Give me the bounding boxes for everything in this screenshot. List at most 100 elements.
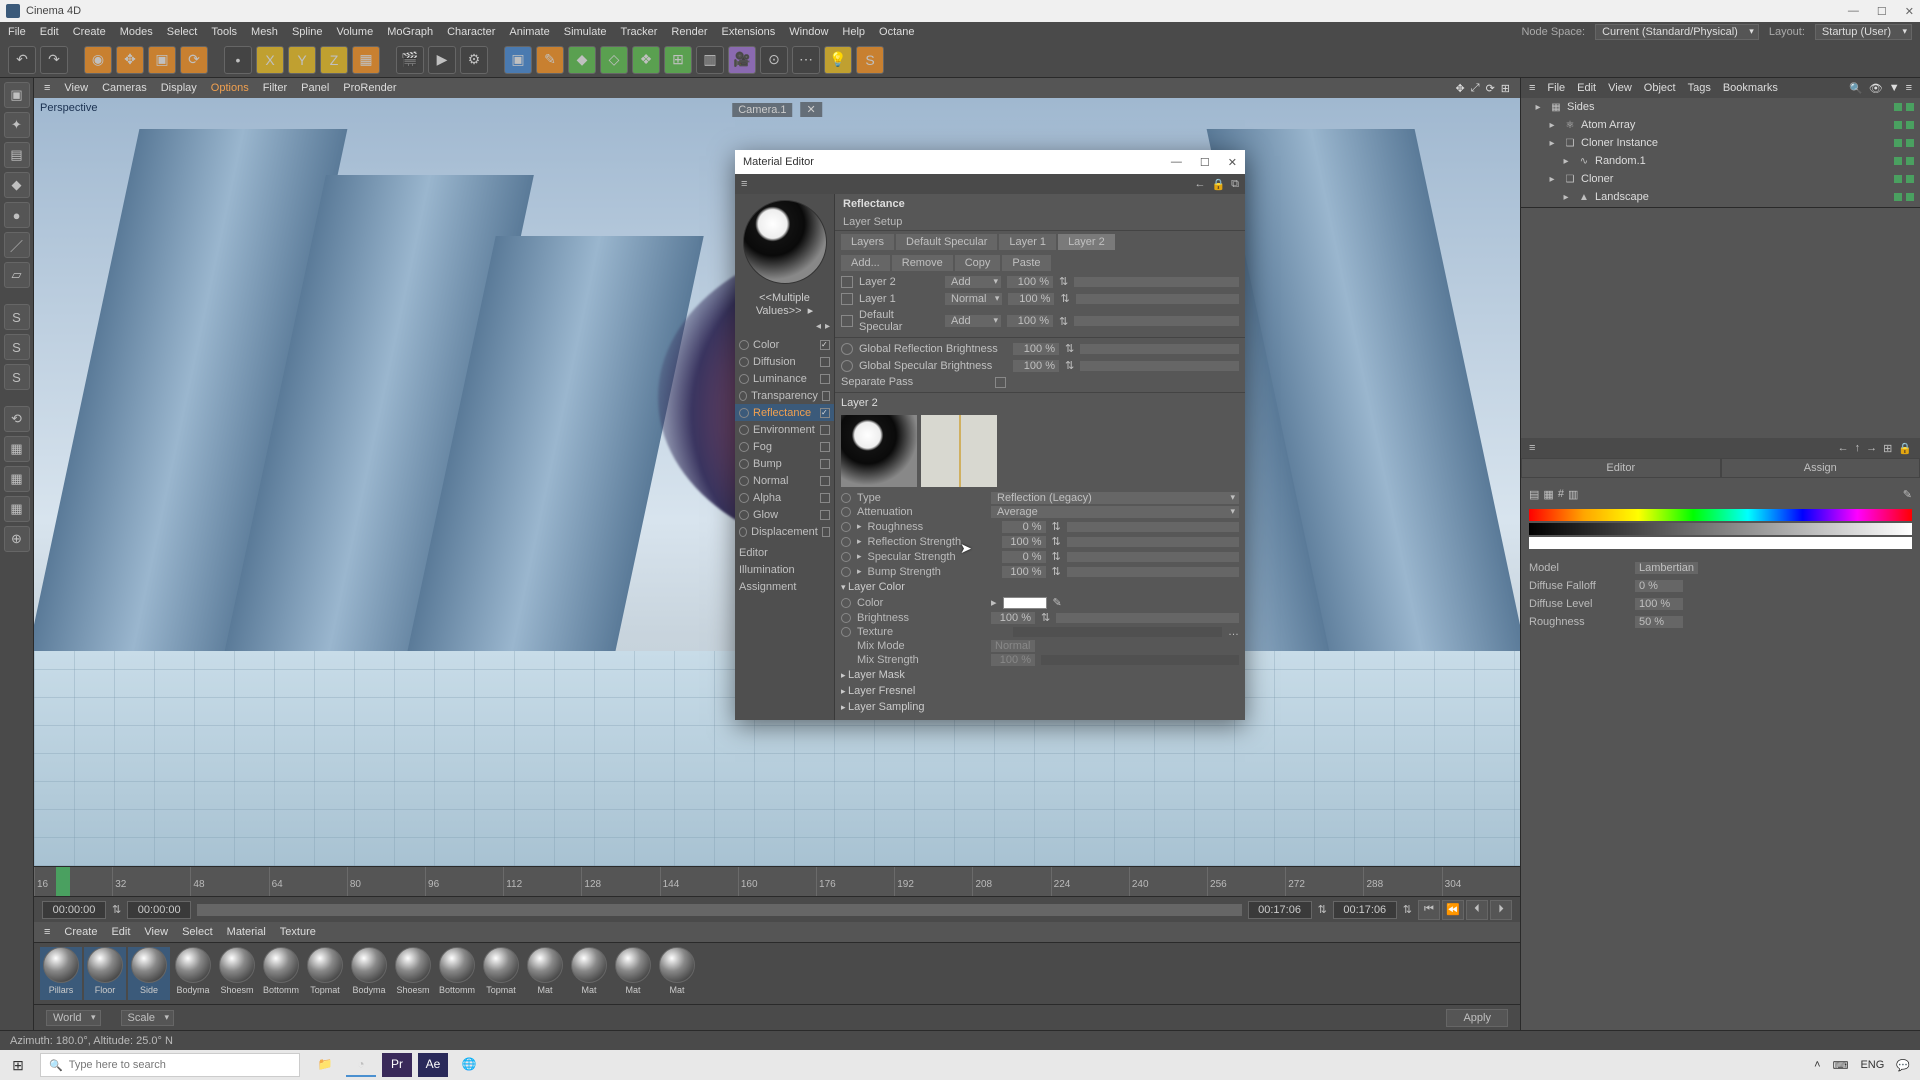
mat-select[interactable]: Select — [182, 926, 213, 938]
visibility-dot[interactable] — [1894, 175, 1902, 183]
param-value[interactable]: 100 % — [1013, 343, 1059, 355]
attr-value[interactable]: 0 % — [1635, 580, 1683, 592]
obj-bookmarks[interactable]: Bookmarks — [1723, 82, 1778, 94]
separate-pass-checkbox[interactable] — [995, 377, 1006, 388]
timeline-ruler[interactable]: 1632486480961121281441601761922082242402… — [34, 866, 1520, 896]
me-close[interactable]: ✕ — [1228, 156, 1237, 169]
layer-visibility-checkbox[interactable] — [841, 315, 853, 327]
vp-options[interactable]: Options — [211, 82, 249, 94]
channel-environment[interactable]: Environment — [735, 421, 834, 438]
channel-anim-dot[interactable] — [739, 476, 749, 486]
object-row[interactable]: ▸❑Cloner — [1521, 170, 1920, 188]
param-slider[interactable] — [1080, 344, 1239, 354]
axis-x-button[interactable]: X — [256, 46, 284, 74]
object-row[interactable]: ▸⚛Atom Array — [1521, 116, 1920, 134]
channel-checkbox[interactable] — [820, 374, 830, 384]
object-row[interactable]: ▸∿Random.1 — [1521, 152, 1920, 170]
param-anim-dot[interactable] — [841, 522, 851, 532]
render-pv-button[interactable]: ▶ — [428, 46, 456, 74]
redo-button[interactable]: ↷ — [40, 46, 68, 74]
texture-more-icon[interactable]: … — [1228, 626, 1239, 638]
channel-luminance[interactable]: Luminance — [735, 370, 834, 387]
camera-button[interactable]: 🎥 — [728, 46, 756, 74]
spinner-icon[interactable]: ⇅ — [1060, 292, 1069, 305]
menu-edit[interactable]: Edit — [40, 26, 59, 38]
taskbar-search[interactable]: 🔍 Type here to search — [40, 1053, 300, 1077]
layer-action-button[interactable]: Paste — [1002, 255, 1050, 271]
channel-diffusion[interactable]: Diffusion — [735, 353, 834, 370]
deformer-button[interactable]: ◇ — [600, 46, 628, 74]
hue-strip[interactable] — [1529, 509, 1912, 521]
channel-anim-dot[interactable] — [739, 408, 749, 418]
taskbar-app-premiere[interactable]: Pr — [382, 1053, 412, 1077]
attr-value[interactable]: 50 % — [1635, 616, 1683, 628]
layer-blendmode-dropdown[interactable]: Normal — [945, 293, 1002, 305]
type-dropdown[interactable]: Reflection (Legacy) — [991, 492, 1239, 504]
spinner-icon[interactable]: ⇅ — [1052, 520, 1061, 533]
channel-displacement[interactable]: Displacement — [735, 523, 834, 540]
snap-2[interactable]: S — [4, 334, 30, 360]
mat-material[interactable]: Material — [227, 926, 266, 938]
menu-window[interactable]: Window — [789, 26, 828, 38]
vp-nav-2[interactable]: ⤢ — [1471, 82, 1480, 95]
expand-icon[interactable]: ▸ — [1559, 154, 1573, 168]
menu-animate[interactable]: Animate — [509, 26, 549, 38]
layer-tab[interactable]: Layer 1 — [999, 234, 1056, 250]
obj-file[interactable]: File — [1547, 82, 1565, 94]
channel-anim-dot[interactable] — [739, 425, 749, 435]
obj-edit[interactable]: Edit — [1577, 82, 1596, 94]
edge-mode[interactable]: ／ — [4, 232, 30, 258]
primitive-button[interactable]: ▣ — [504, 46, 532, 74]
vp-nav-4[interactable]: ⊞ — [1501, 82, 1510, 95]
visibility-dot[interactable] — [1906, 103, 1914, 111]
node-space-dropdown[interactable]: Current (Standard/Physical) — [1595, 24, 1759, 40]
search-icon[interactable]: 🔍 — [1849, 82, 1863, 95]
layout-dropdown[interactable]: Startup (User) — [1815, 24, 1912, 40]
select-tool[interactable]: ◉ — [84, 46, 112, 74]
mode-icon[interactable]: ⊞ — [1883, 442, 1892, 455]
snap-toggle[interactable]: S — [4, 304, 30, 330]
channel-checkbox[interactable] — [820, 425, 830, 435]
taskbar-app-aftereffects[interactable]: Ae — [418, 1053, 448, 1077]
expand-icon[interactable]: ▸ — [857, 566, 862, 577]
nav-fwd-icon[interactable]: → — [1866, 442, 1877, 455]
material-thumb[interactable]: Shoesm — [216, 947, 258, 1000]
range-end[interactable]: 00:17:06 — [1333, 901, 1397, 919]
grid-3[interactable]: ▦ — [4, 496, 30, 522]
spinner-icon[interactable]: ⇅ — [1065, 359, 1074, 372]
eyedropper-icon[interactable]: ✎ — [1903, 488, 1912, 501]
channel-editor[interactable]: Editor — [735, 544, 834, 561]
bulb-button[interactable]: 💡 — [824, 46, 852, 74]
param-slider[interactable] — [1067, 552, 1239, 562]
axis-z-button[interactable]: Z — [320, 46, 348, 74]
snap-3[interactable]: S — [4, 364, 30, 390]
obj-tags[interactable]: Tags — [1688, 82, 1711, 94]
layer-opacity-slider[interactable] — [1074, 316, 1239, 326]
color-swatch[interactable] — [1003, 597, 1047, 609]
layer-color-fold[interactable]: Layer Color — [835, 579, 1245, 595]
channel-normal[interactable]: Normal — [735, 472, 834, 489]
spinner-icon[interactable]: ⇅ — [1052, 535, 1061, 548]
goto-start-button[interactable]: ⏮ — [1418, 900, 1440, 920]
mat-create[interactable]: Create — [64, 926, 97, 938]
material-thumb[interactable]: Bottomm — [260, 947, 302, 1000]
menu-select[interactable]: Select — [167, 26, 198, 38]
channel-anim-dot[interactable] — [739, 442, 749, 452]
channel-checkbox[interactable] — [820, 476, 830, 486]
field-button[interactable]: ❖ — [632, 46, 660, 74]
channel-anim-dot[interactable] — [739, 459, 749, 469]
param-value[interactable]: 0 % — [1002, 551, 1046, 563]
layer-opacity-value[interactable]: 100 % — [1008, 293, 1054, 305]
expand-icon[interactable]: ▸ — [857, 551, 862, 562]
layer-action-button[interactable]: Copy — [955, 255, 1001, 271]
spinner-icon[interactable]: ⇅ — [1065, 342, 1074, 355]
vp-cameras[interactable]: Cameras — [102, 82, 147, 94]
scale-tool[interactable]: ▣ — [148, 46, 176, 74]
menu-spline[interactable]: Spline — [292, 26, 323, 38]
menu-octane[interactable]: Octane — [879, 26, 914, 38]
param-slider[interactable] — [1080, 361, 1239, 371]
menu-character[interactable]: Character — [447, 26, 495, 38]
channel-transparency[interactable]: Transparency — [735, 387, 834, 404]
obj-view[interactable]: View — [1608, 82, 1632, 94]
param-anim-dot[interactable] — [841, 360, 853, 372]
